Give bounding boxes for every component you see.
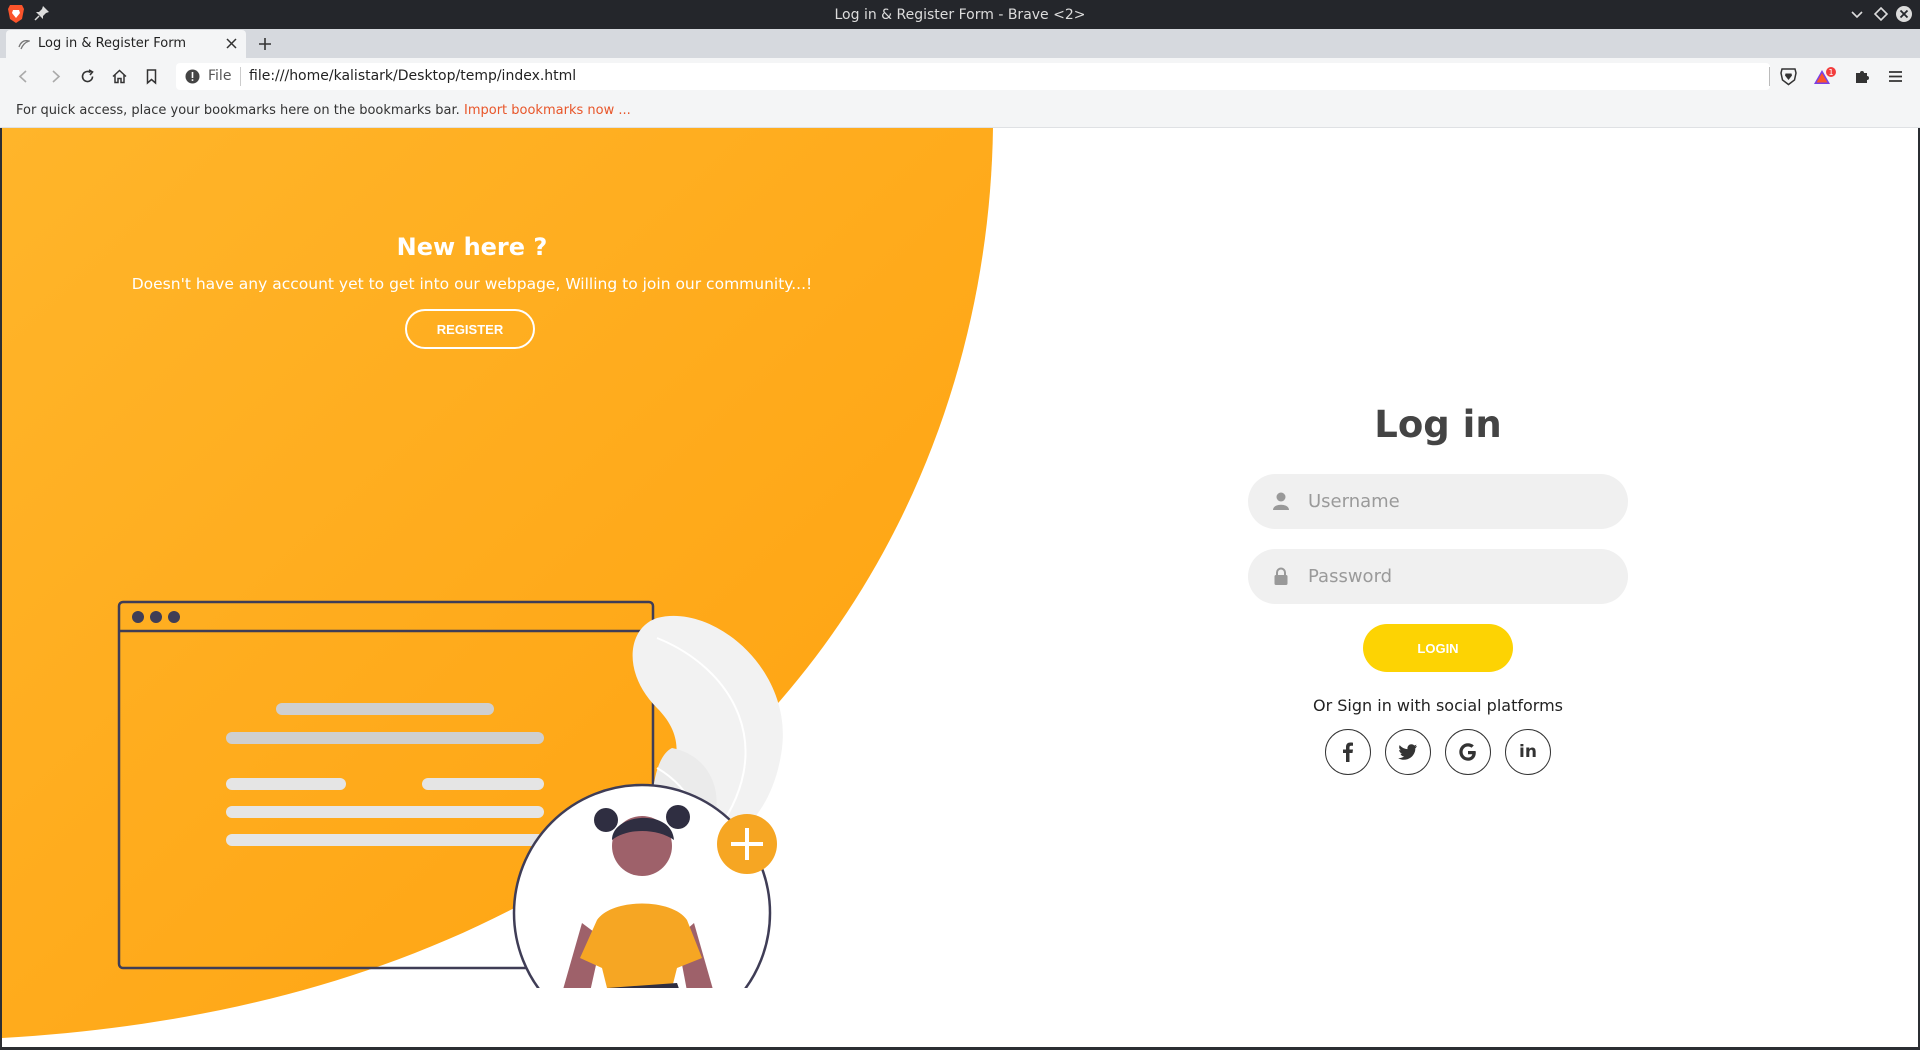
minimize-icon[interactable] — [1848, 5, 1866, 23]
username-input[interactable] — [1308, 474, 1608, 529]
new-here-title: New here ? — [396, 233, 548, 261]
register-button[interactable]: REGISTER — [405, 309, 535, 349]
bookmark-icon[interactable] — [143, 68, 160, 85]
brave-shields-icon[interactable] — [1779, 67, 1798, 86]
back-icon[interactable] — [15, 68, 32, 85]
password-input[interactable] — [1308, 549, 1608, 604]
svg-text:1: 1 — [1828, 68, 1833, 77]
tab-label: Log in & Register Form — [38, 36, 187, 51]
facebook-icon — [1343, 742, 1353, 762]
new-tab-icon[interactable] — [257, 36, 273, 52]
tab-strip: Log in & Register Form — [0, 29, 1920, 58]
maximize-icon[interactable] — [1872, 5, 1890, 23]
login-button[interactable]: LOGIN — [1363, 624, 1513, 672]
window-title: Log in & Register Form - Brave <2> — [834, 7, 1086, 23]
login-form: Log in LOGIN Or Sign in with social plat… — [1248, 128, 1628, 1047]
url-text[interactable]: file:///home/kalistark/Desktop/temp/inde… — [249, 68, 576, 84]
signup-illustration — [117, 600, 783, 988]
url-separator — [240, 67, 241, 86]
url-divider — [1769, 67, 1770, 86]
tab-close-icon[interactable] — [225, 37, 238, 50]
google-button[interactable] — [1445, 729, 1491, 775]
close-window-icon[interactable] — [1895, 5, 1913, 23]
new-here-description: Doesn't have any account yet to get into… — [131, 275, 813, 293]
facebook-button[interactable] — [1325, 729, 1371, 775]
brave-rewards-icon[interactable]: 1 — [1813, 67, 1837, 86]
google-icon — [1459, 743, 1476, 761]
social-signin-text: Or Sign in with social platforms — [1313, 696, 1563, 715]
reload-icon[interactable] — [79, 68, 96, 85]
linkedin-button[interactable]: in — [1505, 729, 1551, 775]
twitter-icon — [1398, 744, 1417, 760]
login-title: Log in — [1374, 403, 1502, 446]
url-scheme-label: File — [208, 68, 232, 84]
import-bookmarks-link[interactable]: Import bookmarks now ... — [464, 103, 631, 118]
menu-icon[interactable] — [1886, 67, 1905, 86]
tab-login-register[interactable]: Log in & Register Form — [6, 30, 246, 58]
extensions-icon[interactable] — [1853, 67, 1872, 86]
home-icon[interactable] — [111, 68, 128, 85]
new-here-panel: New here ? Doesn't have any account yet … — [2, 128, 942, 428]
lock-icon — [1274, 567, 1288, 585]
page-favicon-icon — [18, 40, 30, 50]
twitter-button[interactable] — [1385, 729, 1431, 775]
username-field-wrapper — [1248, 474, 1628, 529]
linkedin-icon: in — [1519, 742, 1537, 762]
user-icon — [1273, 492, 1289, 510]
forward-icon[interactable] — [47, 68, 64, 85]
bookmarks-bar: For quick access, place your bookmarks h… — [0, 95, 1920, 128]
address-bar[interactable]: File file:///home/kalistark/Desktop/temp… — [176, 63, 1770, 90]
password-field-wrapper — [1248, 549, 1628, 604]
page-content: New here ? Doesn't have any account yet … — [2, 128, 1918, 1047]
bookmarks-hint-text: For quick access, place your bookmarks h… — [16, 103, 460, 118]
navigation-bar: File file:///home/kalistark/Desktop/temp… — [0, 58, 1920, 95]
window-titlebar: Log in & Register Form - Brave <2> — [0, 0, 1920, 29]
site-info-icon[interactable] — [185, 69, 200, 84]
